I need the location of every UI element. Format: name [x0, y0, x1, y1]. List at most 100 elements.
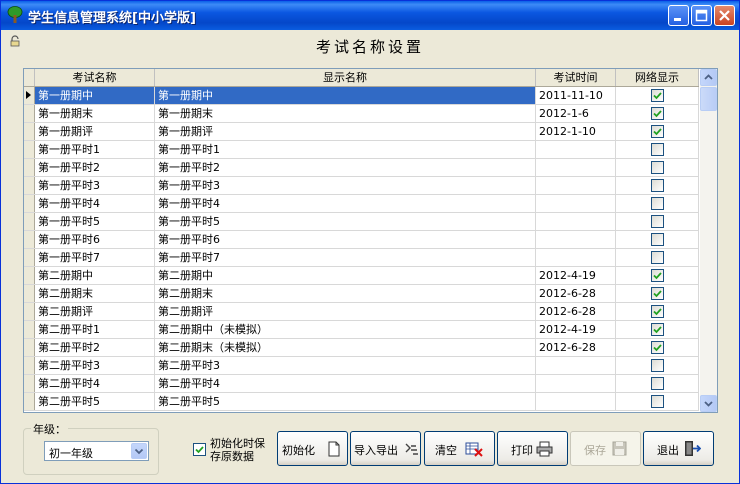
scroll-up-button[interactable] [700, 69, 717, 86]
net-display-cell[interactable] [616, 87, 699, 104]
net-display-cell[interactable] [616, 393, 699, 410]
exam-name-cell[interactable]: 第二册期末 [35, 285, 155, 302]
row-indicator[interactable] [24, 123, 35, 140]
display-name-cell[interactable]: 第一册期评 [155, 123, 536, 140]
row-indicator[interactable] [24, 159, 35, 176]
display-name-cell[interactable]: 第一册平时5 [155, 213, 536, 230]
exam-name-cell[interactable]: 第一册期评 [35, 123, 155, 140]
net-display-checkbox[interactable] [651, 197, 664, 210]
table-row[interactable]: 第二册平时1 第二册期中（未模拟） 2012-4-19 [24, 321, 699, 339]
exam-name-cell[interactable]: 第一册平时4 [35, 195, 155, 212]
net-display-checkbox[interactable] [651, 323, 664, 336]
exam-time-cell[interactable]: 2012-6-28 [536, 285, 616, 302]
row-indicator[interactable] [24, 321, 35, 338]
net-display-cell[interactable] [616, 105, 699, 122]
exam-name-cell[interactable]: 第二册平时1 [35, 321, 155, 338]
row-indicator[interactable] [24, 177, 35, 194]
net-display-checkbox[interactable] [651, 269, 664, 282]
net-display-cell[interactable] [616, 213, 699, 230]
exam-name-cell[interactable]: 第二册平时5 [35, 393, 155, 410]
clear-button[interactable]: 清空 [424, 431, 495, 466]
display-name-cell[interactable]: 第一册期末 [155, 105, 536, 122]
net-display-cell[interactable] [616, 249, 699, 266]
exam-time-cell[interactable]: 2011-11-10 [536, 87, 616, 104]
exam-grid[interactable]: 考试名称 显示名称 考试时间 网络显示 第一册期中 第一册期中 2011-11-10… [23, 68, 718, 413]
net-display-cell[interactable] [616, 177, 699, 194]
net-display-checkbox[interactable] [651, 215, 664, 228]
net-display-checkbox[interactable] [651, 377, 664, 390]
display-name-cell[interactable]: 第二册期末 [155, 285, 536, 302]
exam-name-cell[interactable]: 第一册平时6 [35, 231, 155, 248]
table-row[interactable]: 第二册平时4 第二册平时4 [24, 375, 699, 393]
exam-name-cell[interactable]: 第一册平时2 [35, 159, 155, 176]
exam-time-cell[interactable] [536, 231, 616, 248]
table-row[interactable]: 第一册期评 第一册期评 2012-1-10 [24, 123, 699, 141]
exam-time-cell[interactable] [536, 141, 616, 158]
display-name-cell[interactable]: 第一册平时2 [155, 159, 536, 176]
table-row[interactable]: 第二册平时5 第二册平时5 [24, 393, 699, 411]
net-display-checkbox[interactable] [651, 179, 664, 192]
row-indicator[interactable] [24, 339, 35, 356]
exam-time-cell[interactable] [536, 177, 616, 194]
net-display-checkbox[interactable] [651, 359, 664, 372]
exam-name-cell[interactable]: 第二册平时4 [35, 375, 155, 392]
exam-time-cell[interactable]: 2012-6-28 [536, 303, 616, 320]
row-indicator[interactable] [24, 231, 35, 248]
close-button[interactable] [714, 5, 735, 26]
grade-select[interactable]: 初一年级 [44, 441, 149, 461]
exam-name-cell[interactable]: 第一册平时7 [35, 249, 155, 266]
table-row[interactable]: 第一册期中 第一册期中 2011-11-10 [24, 87, 699, 105]
exam-name-cell[interactable]: 第一册平时1 [35, 141, 155, 158]
exam-time-cell[interactable] [536, 357, 616, 374]
exam-name-cell[interactable]: 第一册平时3 [35, 177, 155, 194]
net-display-cell[interactable] [616, 339, 699, 356]
net-display-checkbox[interactable] [651, 89, 664, 102]
table-row[interactable]: 第二册期末 第二册期末 2012-6-28 [24, 285, 699, 303]
display-name-cell[interactable]: 第二册平时3 [155, 357, 536, 374]
display-name-cell[interactable]: 第二册期末（未模拟） [155, 339, 536, 356]
header-exam-name[interactable]: 考试名称 [35, 69, 155, 86]
table-row[interactable]: 第一册期末 第一册期末 2012-1-6 [24, 105, 699, 123]
header-display-name[interactable]: 显示名称 [155, 69, 536, 86]
exam-time-cell[interactable] [536, 195, 616, 212]
row-indicator[interactable] [24, 285, 35, 302]
display-name-cell[interactable]: 第二册平时5 [155, 393, 536, 410]
table-row[interactable]: 第二册平时2 第二册期末（未模拟） 2012-6-28 [24, 339, 699, 357]
table-row[interactable]: 第一册平时7 第一册平时7 [24, 249, 699, 267]
net-display-cell[interactable] [616, 267, 699, 284]
net-display-checkbox[interactable] [651, 395, 664, 408]
net-display-cell[interactable] [616, 231, 699, 248]
row-indicator[interactable] [24, 357, 35, 374]
exam-name-cell[interactable]: 第一册平时5 [35, 213, 155, 230]
net-display-checkbox[interactable] [651, 161, 664, 174]
preserve-data-checkbox[interactable] [193, 443, 206, 456]
table-row[interactable]: 第一册平时2 第一册平时2 [24, 159, 699, 177]
exam-name-cell[interactable]: 第二册平时3 [35, 357, 155, 374]
net-display-checkbox[interactable] [651, 305, 664, 318]
init-button[interactable]: 初始化 [277, 431, 348, 466]
row-indicator[interactable] [24, 195, 35, 212]
table-row[interactable]: 第一册平时1 第一册平时1 [24, 141, 699, 159]
net-display-checkbox[interactable] [651, 125, 664, 138]
exam-name-cell[interactable]: 第一册期末 [35, 105, 155, 122]
net-display-cell[interactable] [616, 303, 699, 320]
header-net-display[interactable]: 网络显示 [616, 69, 699, 86]
exam-time-cell[interactable]: 2012-6-28 [536, 339, 616, 356]
exam-time-cell[interactable] [536, 213, 616, 230]
table-row[interactable]: 第一册平时4 第一册平时4 [24, 195, 699, 213]
net-display-cell[interactable] [616, 159, 699, 176]
row-indicator[interactable] [24, 375, 35, 392]
net-display-cell[interactable] [616, 285, 699, 302]
vertical-scrollbar[interactable] [700, 69, 717, 412]
table-row[interactable]: 第二册平时3 第二册平时3 [24, 357, 699, 375]
display-name-cell[interactable]: 第一册平时7 [155, 249, 536, 266]
save-button[interactable]: 保存 [570, 431, 641, 466]
exam-time-cell[interactable] [536, 375, 616, 392]
display-name-cell[interactable]: 第一册平时4 [155, 195, 536, 212]
row-indicator[interactable] [24, 249, 35, 266]
display-name-cell[interactable]: 第一册平时3 [155, 177, 536, 194]
exam-time-cell[interactable] [536, 393, 616, 410]
net-display-cell[interactable] [616, 123, 699, 140]
row-indicator[interactable] [24, 141, 35, 158]
row-indicator[interactable] [24, 303, 35, 320]
